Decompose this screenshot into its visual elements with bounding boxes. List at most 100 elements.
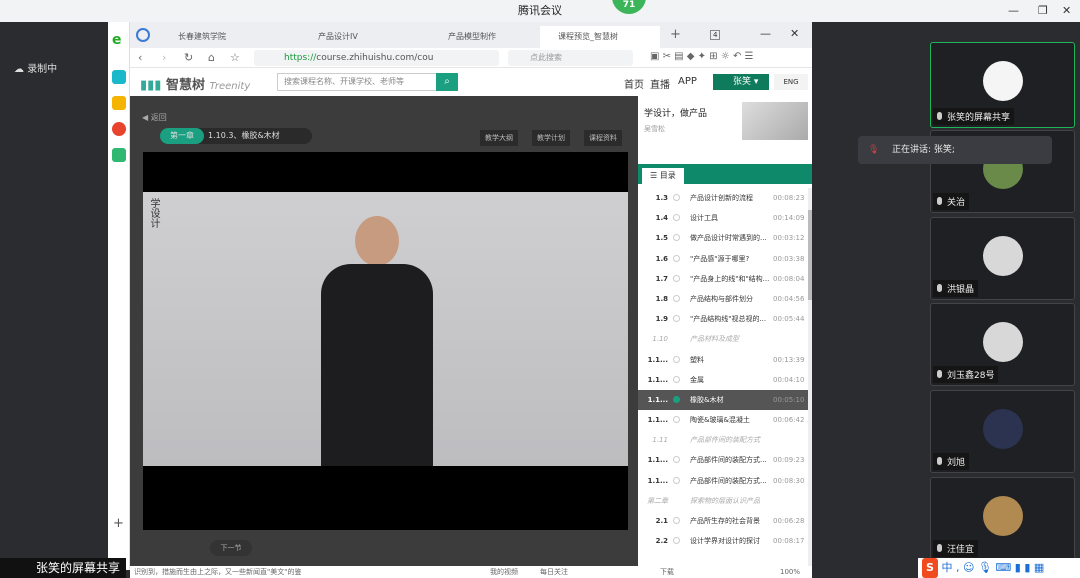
lesson-number: 第二章 bbox=[647, 496, 668, 505]
lesson-number: 1.5 bbox=[655, 234, 668, 243]
address-bar: ‹ › ↻ ⌂ ☆ https://course.zhihuishu.com/c… bbox=[130, 48, 812, 68]
status-circle-icon bbox=[673, 294, 680, 302]
lesson-row[interactable]: 1.4 设计工具 00:14:09 bbox=[638, 208, 808, 228]
status-download[interactable]: 下载 bbox=[660, 566, 674, 578]
plus-app-icon[interactable] bbox=[112, 70, 126, 84]
tab-catalog[interactable]: ☰ 目录 bbox=[642, 168, 684, 184]
browser-logo-icon[interactable]: e bbox=[112, 32, 126, 48]
navigation-icon[interactable] bbox=[136, 28, 150, 42]
lesson-row[interactable]: 1.1... 产品部件间的装配方式... 00:09:23 bbox=[638, 450, 808, 470]
tab-count[interactable]: 4 bbox=[710, 30, 721, 40]
lesson-number: 1.1... bbox=[647, 355, 668, 364]
favorites-icon[interactable] bbox=[112, 96, 126, 110]
course-search-input[interactable]: 搜索课程名称、开课学校、老师等 bbox=[277, 73, 437, 91]
browser-window: e + 长春建筑学院 产品设计IV 产品模型制作 课程预览_智慧树 + 4 — … bbox=[108, 22, 812, 570]
star-icon[interactable]: ☆ bbox=[230, 51, 240, 64]
lesson-row[interactable]: 1.8 产品结构与部件划分 00:04:56 bbox=[638, 289, 808, 309]
lesson-title: "产品结构线"视总视的... bbox=[690, 315, 767, 324]
lesson-number: 1.1... bbox=[647, 456, 668, 465]
minimize-icon[interactable]: — bbox=[1008, 4, 1019, 17]
lesson-row[interactable]: 1.9 "产品结构线"视总视的... 00:05:44 bbox=[638, 309, 808, 329]
status-my-video[interactable]: 我的视频 bbox=[490, 566, 518, 578]
participant-tile[interactable]: 张笑的屏幕共享 bbox=[930, 42, 1075, 128]
chapter-label: 第一章 bbox=[160, 128, 204, 144]
minimize-icon[interactable]: — bbox=[760, 27, 771, 40]
lesson-row[interactable]: 2.1 产品所生存的社会背景 00:06:28 bbox=[638, 511, 808, 531]
avatar bbox=[983, 409, 1023, 449]
lesson-row[interactable]: 2.2 设计学界对设计的探讨 00:08:17 bbox=[638, 531, 808, 551]
section-row[interactable]: 第二章 探索物的层面认识产品 bbox=[638, 491, 808, 511]
lesson-duration: 00:04:56 bbox=[773, 294, 805, 303]
status-daily[interactable]: 每日关注 bbox=[540, 566, 568, 578]
section-row[interactable]: 1.11 产品部件间的装配方式 bbox=[638, 430, 808, 450]
lesson-row[interactable]: 1.6 "产品感"源于哪里? 00:03:38 bbox=[638, 249, 808, 269]
tab-1[interactable]: 长春建筑学院 bbox=[160, 26, 300, 48]
weibo-icon[interactable] bbox=[112, 122, 126, 136]
scrollbar[interactable] bbox=[808, 188, 812, 568]
tab-4-active[interactable]: 课程预览_智慧树 bbox=[540, 26, 660, 48]
lesson-duration: 00:03:38 bbox=[773, 254, 805, 263]
lesson-list[interactable]: 1.3 产品设计创新的流程 00:08:23 1.4 设计工具 00:14:09 1.5 做产… bbox=[638, 188, 808, 551]
materials-button[interactable]: 课程资料 bbox=[584, 130, 622, 146]
participant-tile[interactable]: 刘旭 bbox=[930, 390, 1075, 473]
browser-close-icon[interactable]: ✕ bbox=[790, 27, 799, 40]
lesson-row[interactable]: 1.1... 金属 00:04:10 bbox=[638, 370, 808, 390]
browser-search-input[interactable]: 点此搜索 bbox=[508, 50, 633, 66]
tab-3[interactable]: 产品模型制作 bbox=[430, 26, 550, 48]
video-frame: 学设计 bbox=[143, 192, 628, 466]
url-input[interactable]: https://course.zhihuishu.com/cou bbox=[254, 50, 499, 66]
back-icon[interactable]: ‹ bbox=[138, 51, 142, 64]
recording-indicator: ☁ 录制中 bbox=[14, 64, 58, 75]
lesson-title: 塑料 bbox=[690, 355, 704, 364]
toolbar-icons[interactable]: ▣ ✂ ▤ ◆ ✦ ⊞ ☼ ↶ ☰ bbox=[650, 51, 753, 62]
lesson-row[interactable]: 1.5 做产品设计时常遇到的... 00:03:12 bbox=[638, 228, 808, 248]
zoom-level[interactable]: 100% bbox=[780, 566, 800, 578]
back-label: 返回 bbox=[150, 113, 167, 122]
maximize-icon[interactable]: ❐ bbox=[1038, 4, 1048, 17]
search-button[interactable]: ⌕ bbox=[436, 73, 458, 91]
add-icon[interactable]: + bbox=[113, 516, 124, 531]
lesson-duration: 00:08:17 bbox=[773, 537, 805, 546]
status-circle-icon bbox=[673, 234, 680, 242]
lesson-row[interactable]: 1.1... 塑料 00:13:39 bbox=[638, 350, 808, 370]
back-link[interactable]: ◀ 返回 bbox=[142, 112, 167, 123]
forward-icon[interactable]: › bbox=[162, 51, 166, 64]
user-menu[interactable]: 张笑 ▾ bbox=[713, 74, 769, 90]
video-player[interactable]: 学设计 bbox=[143, 152, 628, 530]
nav-app[interactable]: APP bbox=[678, 76, 697, 87]
participant-name: 汪佳宜 bbox=[933, 540, 979, 557]
reload-icon[interactable]: ↻ bbox=[184, 51, 193, 64]
lesson-row[interactable]: 1.1... 陶瓷&玻璃&混凝土 00:06:42 bbox=[638, 410, 808, 430]
lesson-title: 探索物的层面认识产品 bbox=[690, 496, 760, 505]
language-button[interactable]: ENG bbox=[774, 74, 808, 90]
nav-live[interactable]: 直播 bbox=[650, 76, 670, 91]
status-circle-icon bbox=[673, 517, 680, 524]
ime-mode[interactable]: 中 bbox=[942, 561, 953, 574]
mic-muted-icon: 🎙 bbox=[868, 145, 880, 155]
status-circle-icon bbox=[673, 537, 680, 545]
plan-button[interactable]: 教学计划 bbox=[532, 130, 570, 146]
lesson-row[interactable]: 1.3 产品设计创新的流程 00:08:23 bbox=[638, 188, 808, 208]
section-row[interactable]: 1.10 产品材料及成型 bbox=[638, 329, 808, 349]
close-icon[interactable]: ✕ bbox=[1062, 4, 1071, 17]
lesson-row[interactable]: 1.1... 橡胶&木材 00:05:10 bbox=[638, 389, 808, 411]
course-thumbnail bbox=[742, 102, 808, 140]
participant-tile[interactable]: 洪银晶 bbox=[930, 217, 1075, 300]
syllabus-button[interactable]: 教学大纲 bbox=[480, 130, 518, 146]
new-tab-icon[interactable]: + bbox=[670, 27, 681, 42]
app-icon[interactable] bbox=[112, 148, 126, 162]
lesson-number: 1.3 bbox=[655, 194, 668, 202]
lesson-row[interactable]: 1.7 "产品身上的线"和"结构... 00:08:04 bbox=[638, 269, 808, 289]
meeting-titlebar: 腾讯会议 bbox=[0, 0, 1080, 22]
lesson-title: 产品材料及成型 bbox=[690, 335, 739, 344]
lesson-row[interactable]: 1.1... 产品部件间的装配方式... 00:08:30 bbox=[638, 471, 808, 491]
ime-toolbar[interactable]: S 中 , ☺ 🎙 ⌨ ▮ ▮ ▦ bbox=[918, 558, 1080, 578]
nav-home[interactable]: 首页 bbox=[624, 76, 644, 91]
tab-2[interactable]: 产品设计IV bbox=[300, 26, 440, 48]
site-logo[interactable]: ▮▮▮ 智慧树 Treenity bbox=[140, 74, 250, 93]
video-caption: 学设计 bbox=[148, 198, 159, 228]
next-lesson-button[interactable]: 下一节 bbox=[210, 540, 252, 556]
home-icon[interactable]: ⌂ bbox=[208, 51, 215, 64]
participant-tile[interactable]: 刘玉鑫28号 bbox=[930, 303, 1075, 386]
participant-tile[interactable]: 汪佳宜 bbox=[930, 477, 1075, 560]
